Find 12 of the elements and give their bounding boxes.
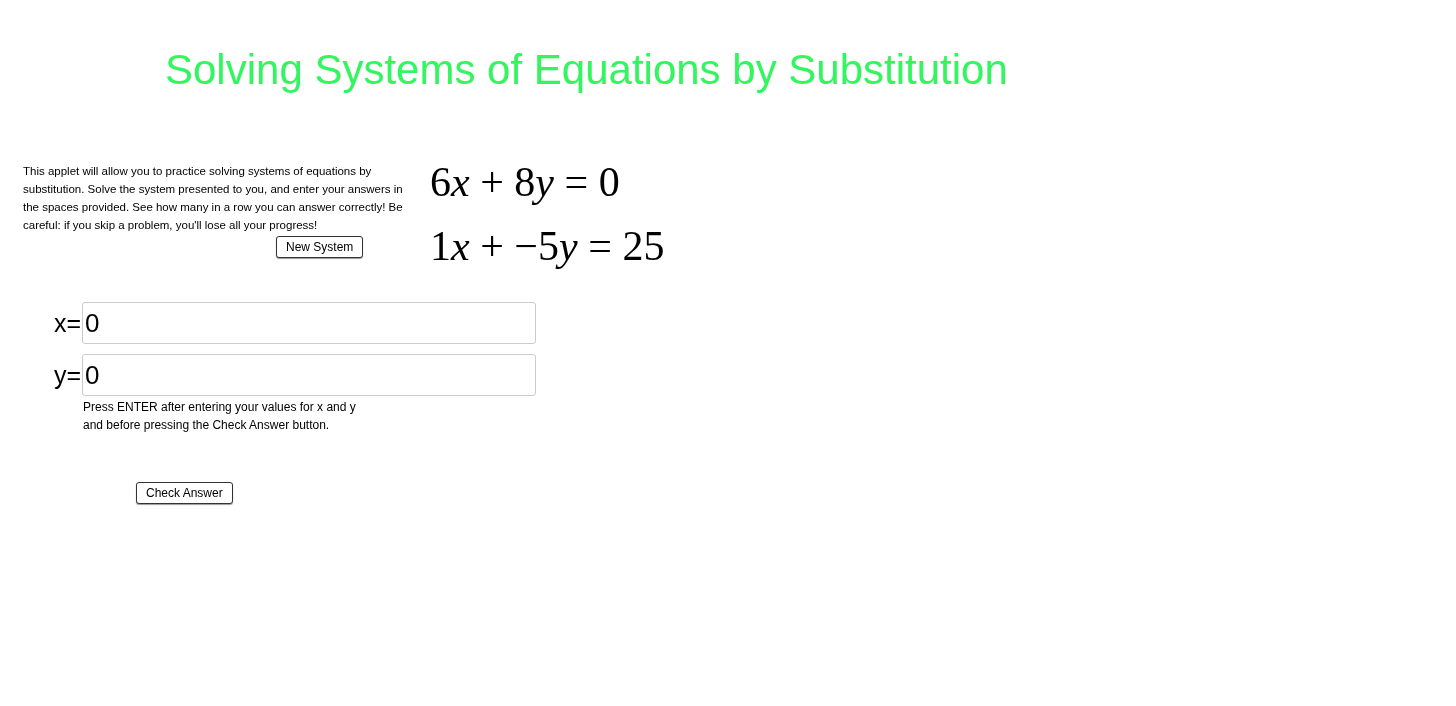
input-field[interactable]: 0	[82, 354, 536, 396]
field-label: y=	[52, 360, 81, 390]
hint-text: Press ENTER after entering your values for x and y	[83, 399, 357, 416]
instructions-text: This applet will allow you to practice solving systems of equations by substitution. Solve the system presented to you, and enter your answers in the spaces provided. See how many in a row you can answer correctly! Be careful: if you skip a problem, you'll lose all your progress!	[23, 164, 404, 233]
equation: 1x + −5y = 25	[430, 222, 665, 271]
page-title: Solving Systems of Equations by Substitution	[165, 45, 1009, 95]
hint-text: and before pressing the Check Answer button.	[83, 417, 331, 434]
field-label: x=	[52, 308, 81, 338]
new-system-button[interactable]: New System	[276, 236, 364, 258]
equation: 6x + 8y = 0	[430, 158, 621, 207]
input-field[interactable]: 0	[82, 302, 536, 344]
check-answer-button[interactable]: Check Answer	[136, 482, 233, 504]
